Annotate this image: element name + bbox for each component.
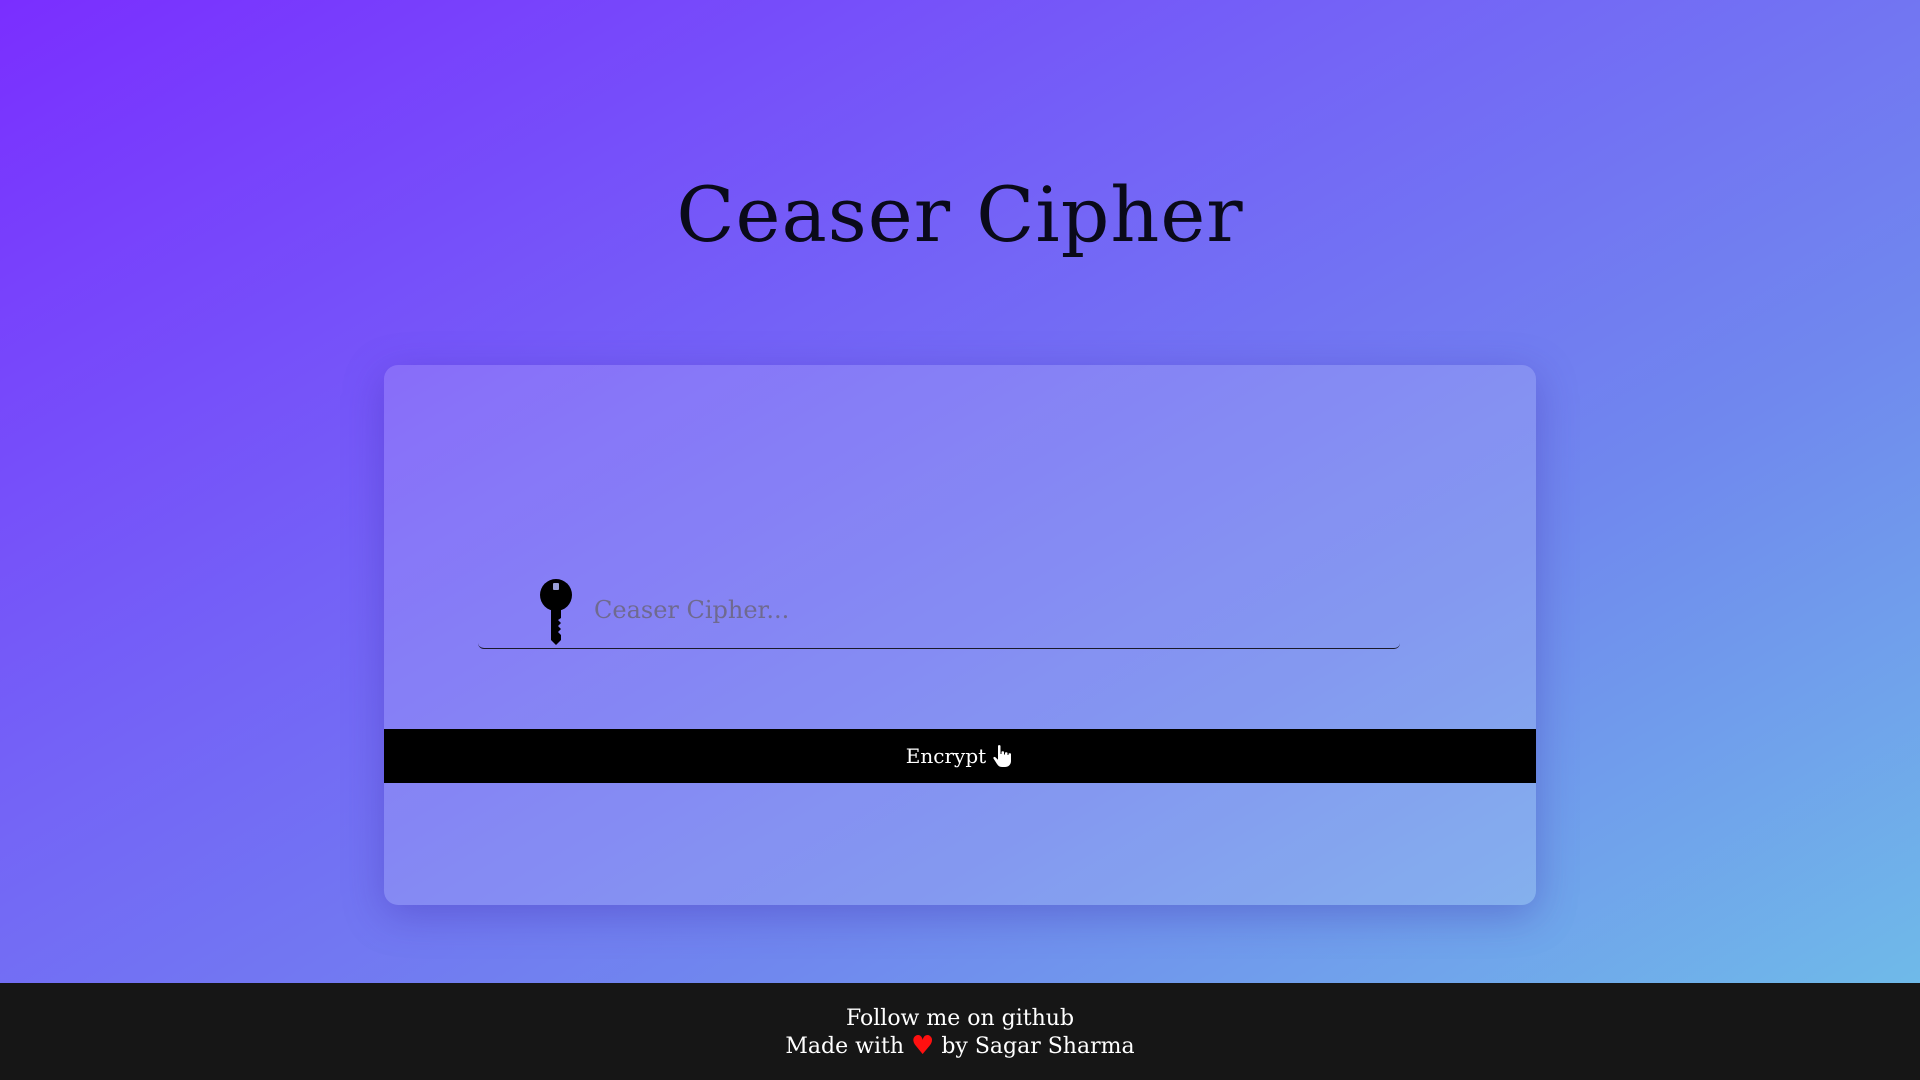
cipher-input-row: [478, 570, 1400, 649]
author-text: by Sagar Sharma: [941, 1034, 1135, 1059]
pointing-hand-icon: [993, 745, 1012, 767]
footer: Follow me on github Made with ♥ by Sagar…: [0, 983, 1920, 1080]
encrypt-button[interactable]: Encrypt: [384, 729, 1536, 783]
page-title: Ceaser Cipher: [676, 170, 1244, 259]
heart-icon: ♥: [911, 1031, 935, 1061]
credits-line: Made with ♥ by Sagar Sharma: [0, 1032, 1920, 1060]
made-with-text: Made with: [785, 1034, 905, 1059]
key-icon: [540, 579, 572, 645]
cipher-card: Encrypt: [384, 365, 1536, 905]
encrypt-label: Encrypt: [905, 744, 987, 768]
cipher-input[interactable]: [592, 584, 1376, 636]
github-link[interactable]: Follow me on github: [846, 1006, 1074, 1031]
